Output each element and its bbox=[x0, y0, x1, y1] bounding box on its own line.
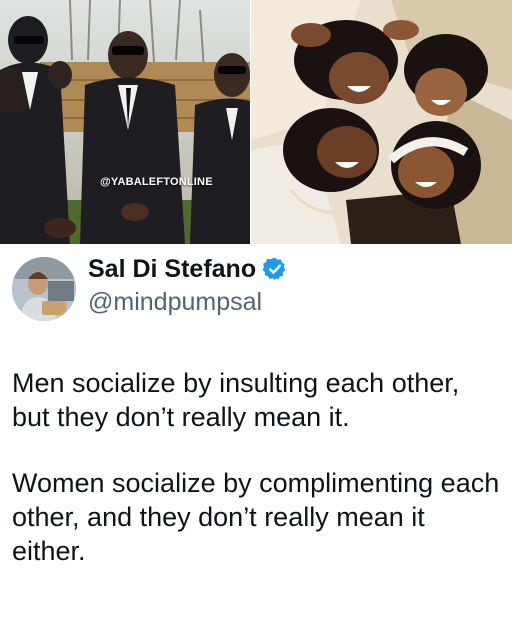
post-paragraph: Men socialize by insulting each other, b… bbox=[12, 368, 460, 432]
meme-photos: @YABALEFTONLINE bbox=[0, 0, 512, 244]
verified-badge-icon bbox=[262, 256, 288, 282]
post-paragraph: Women socialize by complimenting each ot… bbox=[12, 468, 500, 566]
photo-watermark: @YABALEFTONLINE bbox=[100, 176, 213, 188]
author-name-row: Sal Di Stefano bbox=[88, 252, 288, 286]
men-in-suits-photo: @YABALEFTONLINE bbox=[0, 0, 250, 244]
post-text: Men socialize by insulting each other, b… bbox=[12, 366, 504, 568]
post-header: Sal Di Stefano @mindpumpsal bbox=[0, 250, 512, 330]
author-display-name[interactable]: Sal Di Stefano bbox=[88, 255, 256, 284]
women-lying-in-circle-photo bbox=[251, 0, 512, 244]
profile-avatar[interactable] bbox=[12, 257, 76, 321]
author-handle[interactable]: @mindpumpsal bbox=[88, 288, 262, 317]
